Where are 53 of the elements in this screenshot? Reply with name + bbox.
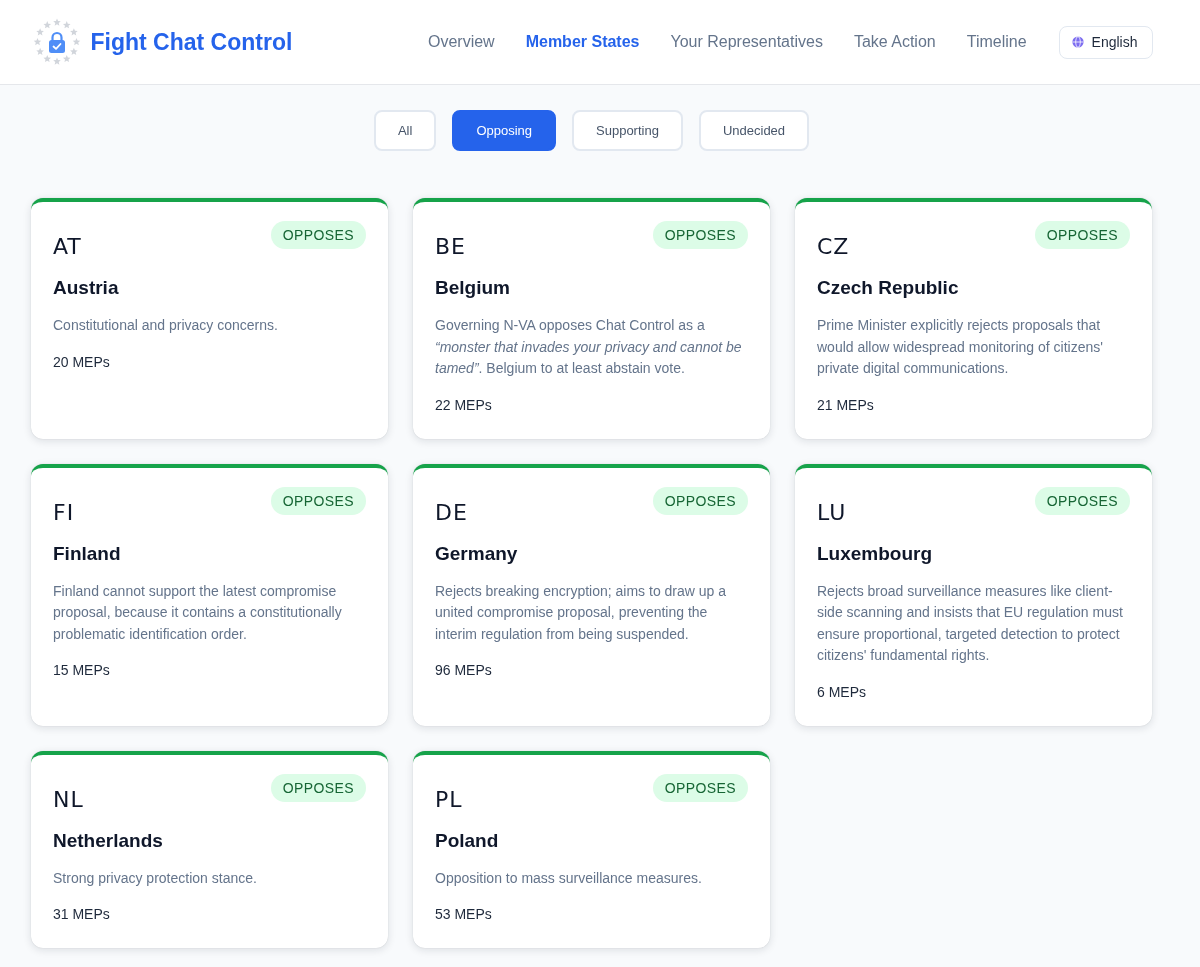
mep-count: 20 MEPs (53, 352, 111, 372)
filter-button[interactable]: All (373, 110, 437, 151)
country-name: Czech Republic (817, 276, 960, 300)
country-code: LU (817, 498, 847, 527)
nav-link[interactable]: Timeline (966, 33, 1027, 51)
country-description: Finland cannot support the latest compromise proposal, because it contains a constitutionally problematic identification order. (53, 581, 343, 644)
mep-count: 6 MEPs (817, 682, 867, 702)
mep-count: 22 MEPs (435, 395, 493, 415)
country-description: Governing N-VA opposes Chat Control as a “monster that invades your privacy and cannot be tamed”. Belgium to at least abstain vote. (435, 316, 743, 378)
country-description: Prime Minister explicitly rejects proposals that would allow widespread monitoring of citizens' private digital communications. (817, 316, 1104, 378)
mep-count: 21 MEPs (817, 395, 875, 415)
mep-count: 53 MEPs (435, 905, 493, 924)
stance-badge: OPPOSES (270, 221, 366, 249)
country-name: Netherlands (53, 828, 164, 853)
stance-badge: OPPOSES (270, 486, 366, 515)
country-name: Finland (53, 541, 122, 566)
nav-link[interactable]: Overview (427, 33, 495, 51)
country-description: Constitutional and privacy concerns. (53, 316, 279, 335)
filter-button[interactable]: Undecided (698, 110, 810, 151)
country-name: Poland (435, 828, 500, 853)
country-code: NL (53, 785, 84, 814)
country-code: CZ (817, 233, 850, 261)
stance-badge: OPPOSES (1034, 486, 1130, 515)
country-description: Strong privacy protection stance. (53, 868, 258, 888)
country-name: Luxembourg (817, 541, 934, 566)
stance-badge: OPPOSES (652, 773, 748, 802)
country-code: AT (53, 233, 82, 261)
mep-count: 15 MEPs (53, 661, 111, 680)
site-title[interactable]: Fight Chat Control (90, 28, 293, 56)
country-name: Austria (53, 276, 120, 300)
country-description: Rejects breaking encryption; aims to draw up a united compromise proposal, preventing the interim regulation from being suspended. (435, 581, 728, 644)
country-code: FI (53, 498, 75, 527)
language-button[interactable]: English (1058, 25, 1153, 59)
lock-stars-logo-icon (32, 18, 81, 66)
nav-link[interactable]: Your Representatives (670, 33, 823, 51)
filter-button[interactable]: Supporting (572, 110, 683, 151)
mep-count: 31 MEPs (53, 905, 111, 924)
country-code: PL (435, 785, 463, 814)
filter-button[interactable]: Opposing (452, 110, 557, 151)
country-name: Germany (435, 541, 519, 566)
globe-icon (1071, 36, 1084, 48)
country-code: BE (435, 233, 466, 261)
country-name: Belgium (435, 276, 511, 300)
country-code: DE (435, 498, 468, 527)
stance-badge: OPPOSES (652, 486, 748, 515)
stance-badge: OPPOSES (1034, 221, 1130, 249)
stance-badge: OPPOSES (652, 221, 748, 249)
stance-badge: OPPOSES (270, 773, 366, 802)
nav-link[interactable]: Take Action (853, 33, 936, 51)
nav-link[interactable]: Member States (525, 33, 640, 51)
country-description: Rejects broad surveillance measures like client-side scanning and insists that EU regulation must ensure proportional, targeted detection to protect citizens' fundamental rights. (817, 581, 1124, 665)
country-description: Opposition to mass surveillance measures. (435, 868, 703, 888)
mep-count: 96 MEPs (435, 661, 493, 680)
